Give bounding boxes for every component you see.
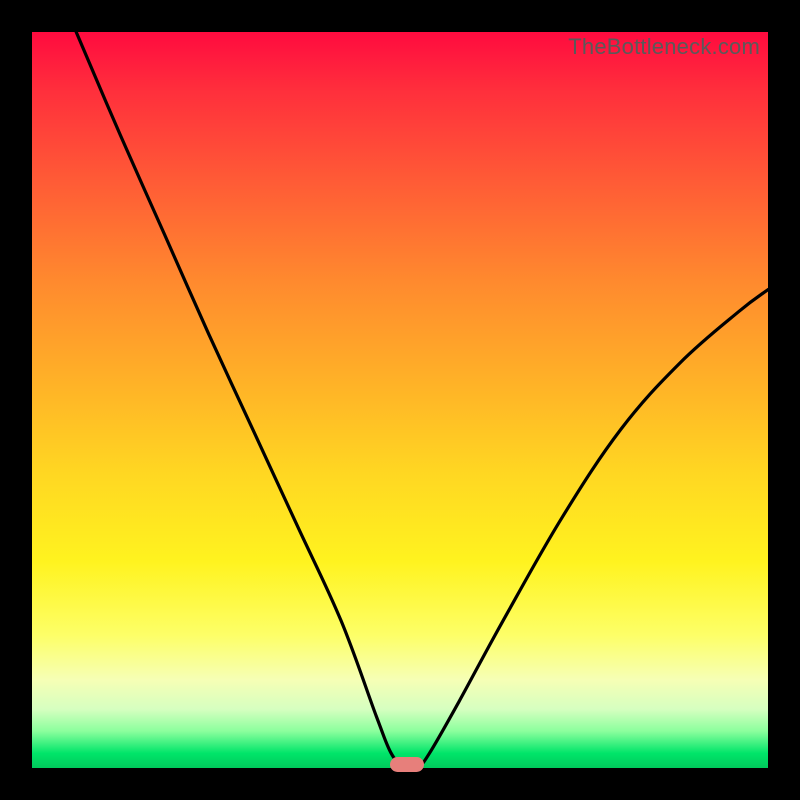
optimal-marker: [390, 757, 424, 772]
bottleneck-curve: [32, 32, 768, 768]
curve-path: [76, 32, 768, 767]
watermark-text: TheBottleneck.com: [568, 34, 760, 60]
chart-frame: TheBottleneck.com: [0, 0, 800, 800]
